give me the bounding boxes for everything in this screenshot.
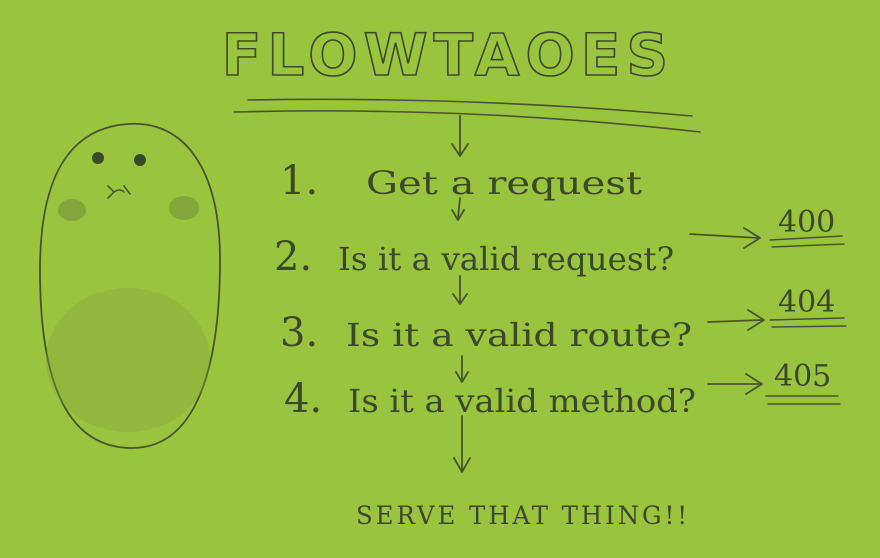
potato-eye-right: [134, 154, 146, 166]
step-4: 4. Is it a valid method? 405: [284, 359, 841, 422]
step-number: 1.: [280, 158, 318, 204]
step-number: 3.: [280, 310, 318, 356]
status-code-underline: [765, 395, 841, 405]
status-code: 405: [774, 359, 831, 394]
potato-mouth: [107, 185, 131, 199]
step-2: 2. Is it a valid request? 400: [274, 205, 845, 280]
down-arrow-icon: [452, 275, 468, 305]
step-1: 1. Get a request: [280, 158, 642, 204]
step-text: Is it a valid method?: [348, 382, 696, 420]
potato-cheek-left: [58, 199, 86, 221]
right-arrow-icon: [707, 373, 763, 395]
step-text: Is it a valid route?: [346, 316, 692, 354]
step-text: Get a request: [366, 164, 642, 202]
step-number: 2.: [274, 234, 312, 280]
status-code: 404: [778, 285, 835, 320]
flowchart-drawing: FLOWTAOES 1. Get a request 2. Is it a va…: [39, 20, 847, 530]
right-arrow-icon: [707, 309, 765, 331]
title-underline: [233, 110, 701, 133]
step-3: 3. Is it a valid route? 404: [280, 285, 847, 356]
status-code: 400: [778, 205, 835, 240]
step-number: 4.: [284, 376, 322, 422]
potato-eye-left: [92, 152, 104, 164]
down-arrow-icon: [455, 355, 469, 383]
down-arrow-icon: [451, 115, 469, 157]
step-text: Is it a valid request?: [338, 240, 674, 278]
title: FLOWTAOES: [222, 21, 674, 89]
potato-character: [39, 123, 221, 449]
final-action: SERVE THAT THING!!: [356, 501, 690, 530]
down-arrow-icon: [453, 415, 471, 473]
potato-cheek-right: [169, 196, 199, 220]
right-arrow-icon: [689, 227, 761, 249]
potato-shading: [46, 288, 210, 432]
